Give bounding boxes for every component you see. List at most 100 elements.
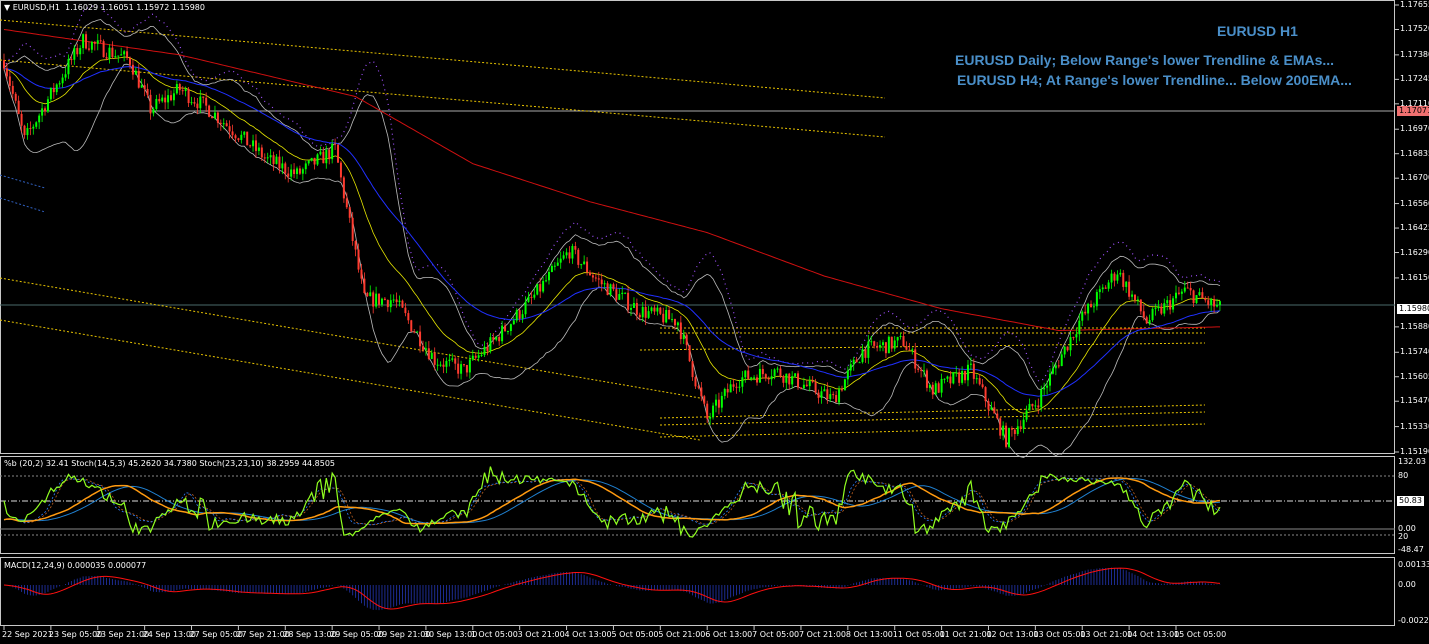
price-label: 1.17655 [1400, 0, 1429, 9]
candle-body [908, 349, 911, 351]
candle-body [843, 379, 846, 391]
candle-body [542, 280, 545, 292]
candle-body [281, 163, 284, 169]
candle-body [161, 97, 164, 102]
candle-body [3, 60, 5, 69]
candle-body [76, 47, 79, 55]
candle-body [23, 125, 26, 136]
line-price-tag: 1.17071 [1397, 106, 1429, 116]
candle-body [797, 373, 800, 388]
candle-body [398, 300, 401, 303]
price-label: 1.15880 [1400, 321, 1429, 331]
candle-body [20, 113, 23, 126]
candle-body [794, 373, 797, 377]
candle-body [167, 95, 170, 103]
candle-body [354, 240, 357, 250]
candle-body [999, 418, 1002, 436]
candle-body [1087, 303, 1090, 314]
candle-body [1213, 299, 1216, 307]
candle-body [591, 275, 594, 278]
candle-body [1025, 410, 1028, 420]
time-label: 14 Oct 13:00 [1127, 630, 1180, 639]
candle-body [199, 96, 202, 109]
candle-body [1034, 405, 1037, 407]
time-label: 27 Sep 21:00 [236, 630, 290, 639]
annotation-h4[interactable]: EURUSD H4; At Range's lower Trendline...… [957, 72, 1352, 88]
candle-body [1145, 317, 1148, 324]
candle-body [571, 246, 574, 259]
time-label: 7 Oct 05:00 [752, 630, 800, 639]
candle-body [770, 376, 773, 380]
candle-body [750, 377, 753, 379]
candle-body [820, 391, 823, 398]
price-label: 1.16970 [1400, 124, 1429, 134]
candle-body [1160, 306, 1163, 314]
candle-body [322, 151, 325, 164]
candle-body [1183, 287, 1186, 292]
time-label: 11 Oct 21:00 [939, 630, 992, 639]
candle-body [539, 284, 542, 292]
candle-body [252, 140, 255, 147]
price-label: 1.15740 [1400, 347, 1429, 357]
candle-body [835, 395, 838, 403]
candle-body [823, 389, 826, 392]
price-label: 1.15190 [1400, 447, 1429, 456]
annotation-daily[interactable]: EURUSD Daily; Below Range's lower Trendl… [955, 52, 1334, 68]
ohlc-values: 1.16029 1.16051 1.15972 1.15980 [65, 3, 205, 12]
candle-body [530, 296, 533, 298]
candle-body [638, 314, 641, 318]
candle-body [568, 252, 571, 259]
candle-body [1040, 389, 1043, 408]
candle-body [1110, 273, 1113, 283]
candle-body [483, 346, 486, 355]
candle-body [14, 93, 17, 101]
candle-body [1148, 320, 1151, 324]
candle-body [1078, 320, 1081, 335]
candle-body [471, 355, 474, 360]
candle-body [612, 284, 615, 290]
candle-body [442, 364, 445, 367]
candle-body [685, 334, 688, 346]
candle-body [149, 94, 152, 114]
candle-body [1151, 308, 1154, 321]
candle-body [445, 360, 448, 367]
candle-body [814, 382, 817, 393]
candle-body [840, 389, 843, 391]
candle-body [826, 389, 829, 400]
candle-body [369, 292, 372, 297]
candle-body [805, 384, 808, 387]
candle-body [375, 293, 378, 307]
candle-body [363, 278, 366, 294]
candle-body [776, 368, 779, 370]
candle-body [319, 151, 322, 155]
time-label: 5 Oct 21:00 [658, 630, 706, 639]
candle-body [193, 102, 196, 104]
candle-body [1081, 311, 1084, 321]
candle-body [175, 84, 178, 94]
candle-body [981, 384, 984, 388]
candle-body [1104, 287, 1107, 289]
candle-body [1125, 281, 1128, 287]
candle-body [644, 306, 647, 318]
candle-body [1054, 365, 1057, 369]
candle-body [1175, 292, 1177, 299]
price-label: 1.16835 [1400, 148, 1429, 158]
price-chart[interactable] [0, 0, 1429, 644]
candle-body [1013, 429, 1016, 434]
candle-body [940, 378, 943, 393]
candle-body [49, 87, 52, 100]
candle-body [1002, 425, 1005, 436]
collapse-triangle-icon[interactable]: ▼ [4, 3, 10, 12]
annotation-title[interactable]: EURUSD H1 [1217, 23, 1298, 39]
candle-body [1189, 287, 1192, 291]
candle-body [313, 157, 316, 165]
candle-body [1172, 298, 1175, 310]
candle-body [676, 322, 679, 326]
candle-body [817, 392, 820, 398]
candle-body [486, 346, 489, 352]
candle-body [240, 134, 243, 141]
candle-body [902, 335, 905, 347]
candle-body [946, 376, 949, 379]
candle-body [545, 280, 548, 282]
candle-body [501, 325, 504, 342]
